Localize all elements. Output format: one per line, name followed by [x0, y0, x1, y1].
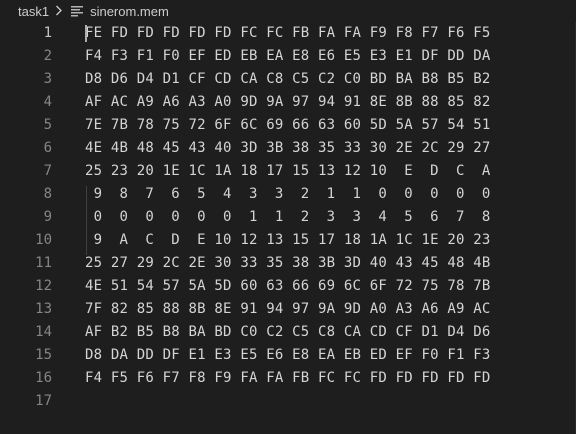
line-text[interactable]: D8 D6 D4 D1 CF CD CA C8 C5 C2 C0 BD BA B… — [85, 68, 491, 91]
breadcrumb-folder[interactable]: task1 — [18, 4, 49, 19]
line-text[interactable]: 25 27 29 2C 2E 30 33 35 38 3B 3D 40 43 4… — [85, 252, 491, 275]
chevron-right-icon — [55, 4, 63, 19]
line-text[interactable]: F4 F3 F1 F0 EF ED EB EA E8 E6 E5 E3 E1 D… — [85, 45, 491, 68]
editor-line[interactable]: 11 25 27 29 2C 2E 30 33 35 38 3B 3D 40 43… — [0, 252, 576, 275]
editor-line[interactable]: 3 D8 D6 D4 D1 CF CD CA C8 C5 C2 C0 BD BA … — [0, 68, 576, 91]
line-number: 12 — [35, 278, 52, 294]
line-text[interactable]: 9 8 7 6 5 4 3 3 2 1 1 0 0 0 0 0 — [85, 183, 491, 206]
line-text[interactable]: 7F 82 85 88 8B 8E 91 94 97 9A 9D A0 A3 A… — [85, 298, 491, 321]
editor-line[interactable]: 4 AF AC A9 A6 A3 A0 9D 9A 97 94 91 8E 8B … — [0, 91, 576, 114]
editor-line[interactable]: 8 9 8 7 6 5 4 3 3 2 1 1 0 0 0 0 0 — [0, 183, 576, 206]
editor-line[interactable]: 1 FE FD FD FD FD FD FC FC FB FA FA F9 F8 … — [0, 22, 576, 45]
line-number: 7 — [43, 163, 52, 179]
line-number: 5 — [43, 117, 52, 133]
line-text[interactable]: 7E 7B 78 75 72 6F 6C 69 66 63 60 5D 5A 5… — [85, 114, 491, 137]
line-number: 14 — [35, 324, 52, 340]
line-text[interactable]: 25 23 20 1E 1C 1A 18 17 15 13 12 10 E D … — [85, 160, 491, 183]
breadcrumb: task1 sinerom.mem — [0, 0, 576, 22]
line-number: 9 — [43, 209, 52, 225]
breadcrumb-file[interactable]: sinerom.mem — [90, 4, 169, 19]
line-text[interactable]: FE FD FD FD FD FD FC FC FB FA FA F9 F8 F… — [85, 22, 491, 45]
editor-line[interactable]: 9 0 0 0 0 0 0 1 1 2 3 3 4 5 6 7 8 — [0, 206, 576, 229]
line-number: 6 — [43, 140, 52, 156]
editor-line[interactable]: 17 — [0, 390, 576, 413]
editor-line[interactable]: 10 9 A C D E 10 12 13 15 17 18 1A 1C 1E … — [0, 229, 576, 252]
editor-line[interactable]: 2 F4 F3 F1 F0 EF ED EB EA E8 E6 E5 E3 E1 … — [0, 45, 576, 68]
text-cursor — [85, 25, 87, 42]
line-number: 13 — [35, 301, 52, 317]
editor-line[interactable]: 12 4E 51 54 57 5A 5D 60 63 66 69 6C 6F 72… — [0, 275, 576, 298]
line-text[interactable]: AF AC A9 A6 A3 A0 9D 9A 97 94 91 8E 8B 8… — [85, 91, 491, 114]
line-number: 15 — [35, 347, 52, 363]
code-editor[interactable]: 1 FE FD FD FD FD FD FC FC FB FA FA F9 F8 … — [0, 22, 576, 434]
editor-line[interactable]: 14 AF B2 B5 B8 BA BD C0 C2 C5 C8 CA CD CF… — [0, 321, 576, 344]
line-number: 1 — [43, 25, 52, 41]
editor-line[interactable]: 13 7F 82 85 88 8B 8E 91 94 97 9A 9D A0 A3… — [0, 298, 576, 321]
editor-line[interactable]: 6 4E 4B 48 45 43 40 3D 3B 38 35 33 30 2E … — [0, 137, 576, 160]
line-text[interactable]: AF B2 B5 B8 BA BD C0 C2 C5 C8 CA CD CF D… — [85, 321, 491, 344]
editor-line[interactable]: 7 25 23 20 1E 1C 1A 18 17 15 13 12 10 E D… — [0, 160, 576, 183]
line-number: 8 — [43, 186, 52, 202]
text-file-icon — [70, 4, 84, 18]
line-number: 3 — [43, 71, 52, 87]
line-text[interactable]: F4 F5 F6 F7 F8 F9 FA FA FB FC FC FD FD F… — [85, 367, 491, 390]
line-number: 11 — [35, 255, 52, 271]
line-number: 4 — [43, 94, 52, 110]
line-text[interactable]: 0 0 0 0 0 0 1 1 2 3 3 4 5 6 7 8 — [85, 206, 491, 229]
line-text[interactable]: 9 A C D E 10 12 13 15 17 18 1A 1C 1E 20 … — [85, 229, 491, 252]
line-number: 16 — [35, 370, 52, 386]
line-number: 10 — [35, 232, 52, 248]
editor-line[interactable]: 16 F4 F5 F6 F7 F8 F9 FA FA FB FC FC FD FD… — [0, 367, 576, 390]
editor-line[interactable]: 5 7E 7B 78 75 72 6F 6C 69 66 63 60 5D 5A … — [0, 114, 576, 137]
line-number: 17 — [35, 393, 52, 409]
line-text[interactable]: 4E 51 54 57 5A 5D 60 63 66 69 6C 6F 72 7… — [85, 275, 491, 298]
editor-line[interactable]: 15 D8 DA DD DF E1 E3 E5 E6 E8 EA EB ED EF… — [0, 344, 576, 367]
line-text[interactable]: 4E 4B 48 45 43 40 3D 3B 38 35 33 30 2E 2… — [85, 137, 491, 160]
line-number: 2 — [43, 48, 52, 64]
line-text[interactable]: D8 DA DD DF E1 E3 E5 E6 E8 EA EB ED EF F… — [85, 344, 491, 367]
